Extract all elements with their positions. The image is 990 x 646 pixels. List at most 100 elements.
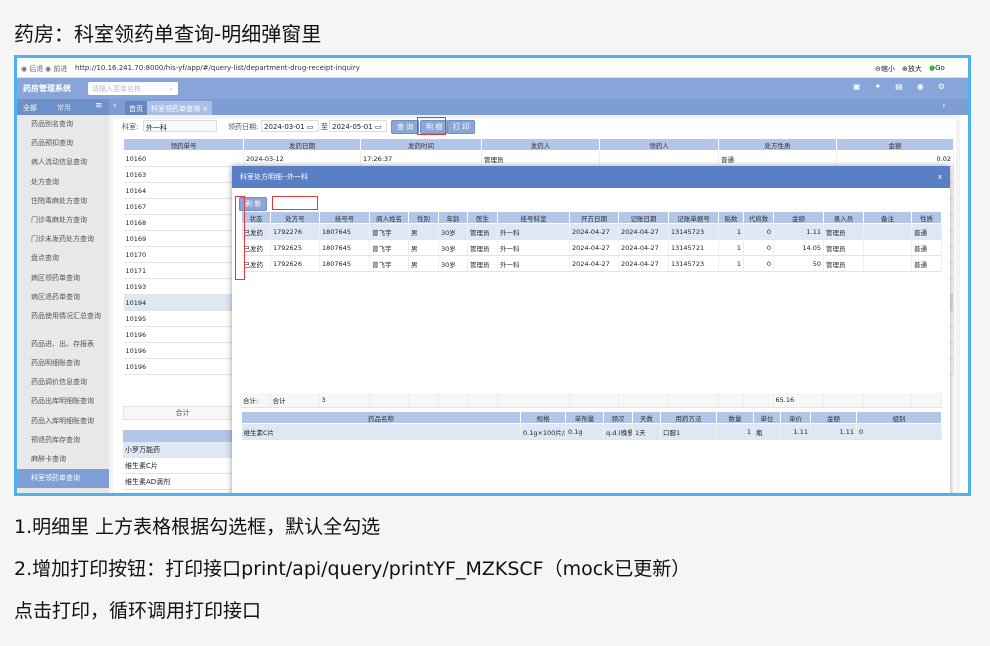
sidebar-item[interactable]: 病人流动信息查询 — [17, 153, 109, 172]
sidebar-item[interactable]: 住院毒麻处方查询 — [17, 192, 109, 211]
column-header[interactable]: 状态 — [241, 211, 271, 224]
table-row[interactable]: 10160 2024-03-12 17:26:37 管理员 普通 0.02 — [123, 150, 954, 167]
column-header[interactable]: 性质 — [911, 211, 942, 224]
cell — [863, 255, 912, 272]
column-header[interactable]: 组别 — [856, 411, 942, 424]
cell: 2024-04-27 — [618, 239, 669, 256]
close-icon[interactable]: x — [938, 166, 942, 188]
sidebar-item[interactable]: 病区领药单查询 — [17, 269, 109, 288]
column-header[interactable]: 单位 — [753, 411, 781, 424]
column-header[interactable]: 发药时间 — [360, 138, 482, 151]
prescription-row[interactable]: 已发药 1792625 1807645 曾飞宇男 30岁 管理员 外一科 2024-04-27… — [241, 239, 942, 256]
column-header[interactable]: 领药单号 — [123, 138, 244, 151]
sidebar-item[interactable]: 药品出库明细账查询 — [17, 392, 109, 411]
column-header[interactable]: 处方性质 — [718, 138, 837, 151]
column-header[interactable]: 发药人 — [481, 138, 600, 151]
column-header[interactable]: 领药人 — [599, 138, 719, 151]
drug-detail-row[interactable]: 维生素C片0.1g×100片/瓶0.1gq.d.(晚餐)1天口服11瓶1.111… — [241, 423, 942, 440]
header-tool-icons[interactable]: ▣✦▤◉⚙ — [853, 82, 959, 91]
sidebar-item[interactable]: 药品使用情况汇总查询 — [17, 307, 109, 335]
column-header[interactable]: 规格 — [520, 411, 566, 424]
column-header[interactable]: 代煎数 — [743, 211, 774, 224]
sidebar-item[interactable]: 药品进、出、存报表 — [17, 335, 109, 354]
sidebar-item[interactable]: 门诊日清单查询 — [17, 488, 109, 493]
sidebar-item[interactable]: 门诊毒麻处方查询 — [17, 211, 109, 230]
back-button[interactable]: ◉ 后退 — [21, 64, 43, 74]
column-header[interactable]: 金额 — [773, 211, 824, 224]
column-header[interactable]: 发药日期 — [243, 138, 361, 151]
cell: 1792625 — [270, 239, 320, 256]
forward-button[interactable]: ◉ 前进 — [45, 64, 67, 74]
prescription-row[interactable]: 已发药 1792276 1807645 曾飞宇男 30岁 管理员 外一科 2024-04-27… — [241, 223, 942, 240]
column-header[interactable]: 性别 — [408, 211, 439, 224]
prescription-row[interactable]: 已发药 1792626 1807645 曾飞宇男 30岁 管理员 外一科 2024-04-27… — [241, 255, 942, 272]
sidebar-tab-common[interactable]: 常用 — [57, 103, 71, 113]
column-header[interactable]: 单剂量 — [565, 411, 604, 424]
tab-home[interactable]: 首页 — [125, 101, 147, 115]
list-item[interactable]: 维生素AD滴剂 — [123, 474, 242, 490]
print-button[interactable]: 打 印 — [447, 120, 476, 134]
menu-icon[interactable]: ≡ — [95, 101, 103, 111]
dept-input[interactable]: 外一科 — [143, 120, 217, 132]
tab-dept-receipt[interactable]: 科室领药单查询 × — [147, 101, 213, 115]
column-header[interactable]: 录入员 — [823, 211, 864, 224]
column-header[interactable]: 金额 — [810, 411, 857, 424]
column-header[interactable]: 挂号科室 — [497, 211, 570, 224]
cell: 外一科 — [497, 239, 570, 256]
column-header[interactable]: 医生 — [467, 211, 498, 224]
query-button[interactable]: 查 询 — [391, 120, 420, 134]
cell: 14.05 — [773, 239, 824, 256]
zoom-in-button[interactable]: ⊕放大 — [902, 64, 922, 74]
column-header[interactable]: 天数 — [632, 411, 661, 424]
cell: 男 — [408, 255, 439, 272]
sidebar-item[interactable]: 门诊未发药处方查询 — [17, 230, 109, 249]
tab-next-icon[interactable]: › — [942, 101, 946, 111]
date-from-input[interactable]: 2024-03-01 ▭ — [261, 120, 319, 132]
go-button[interactable]: ●Go — [929, 64, 945, 72]
sidebar-item[interactable]: 盘点查询 — [17, 249, 109, 268]
column-header[interactable]: 贴数 — [718, 211, 744, 224]
sidebar-item[interactable]: 药品入库明细账查询 — [17, 412, 109, 431]
column-header[interactable]: 频次 — [603, 411, 633, 424]
menu-search-input[interactable]: 请输入菜单名称 ⌄ — [88, 82, 178, 95]
column-header[interactable]: 处方号 — [270, 211, 320, 224]
column-header[interactable]: 备注 — [863, 211, 912, 224]
column-header[interactable]: 记账单据号 — [668, 211, 719, 224]
column-header[interactable]: 药品名称 — [241, 411, 521, 424]
cell — [497, 393, 570, 408]
cell: 管理员 — [823, 239, 864, 256]
column-header[interactable]: 用药方法 — [660, 411, 717, 424]
cell: 1 — [718, 255, 744, 272]
cell — [863, 239, 912, 256]
sidebar-item[interactable]: 科室领药单查询 — [17, 469, 109, 489]
cell — [911, 393, 942, 408]
sidebar-item[interactable]: 麻醉卡查询 — [17, 450, 109, 469]
list-item[interactable]: 小罗万能药 — [123, 442, 242, 458]
date-to-input[interactable]: 2024-05-01 ▭ — [329, 120, 387, 132]
column-header[interactable]: 记账日期 — [618, 211, 669, 224]
zoom-out-button[interactable]: ⊖缩小 — [875, 64, 895, 74]
list-item[interactable]: 维生素C片 — [123, 458, 242, 474]
sidebar-tab-all[interactable]: 全部 — [23, 103, 37, 113]
cell: 50 — [773, 255, 824, 272]
sidebar-item[interactable]: 预退药库存查询 — [17, 431, 109, 450]
column-header[interactable]: 开方日期 — [569, 211, 619, 224]
cell: 10167 — [123, 198, 244, 215]
sidebar-item[interactable]: 药品调价信息查询 — [17, 373, 109, 392]
sidebar-item[interactable]: 药品明细账查询 — [17, 354, 109, 373]
cell: 10196 — [123, 326, 244, 343]
url-field[interactable]: http://10.16.241.70:8000/his-yf/app/#/qu… — [75, 64, 360, 72]
sidebar-item[interactable]: 药品别名查询 — [17, 115, 109, 134]
cell: 2024-04-27 — [618, 255, 669, 272]
column-header[interactable]: 病人姓名 — [369, 211, 409, 224]
tab-prev-icon[interactable]: ‹ — [113, 101, 117, 111]
cell: 10196 — [123, 358, 244, 375]
column-header[interactable]: 金额 — [836, 138, 954, 151]
column-header[interactable]: 数量 — [716, 411, 754, 424]
column-header[interactable]: 单价 — [780, 411, 811, 424]
sidebar-item[interactable]: 病区退药单查询 — [17, 288, 109, 307]
sidebar-item[interactable]: 处方查询 — [17, 173, 109, 192]
column-header[interactable]: 挂号号 — [319, 211, 370, 224]
sidebar-item[interactable]: 药品预扣查询 — [17, 134, 109, 153]
column-header[interactable]: 年龄 — [438, 211, 468, 224]
